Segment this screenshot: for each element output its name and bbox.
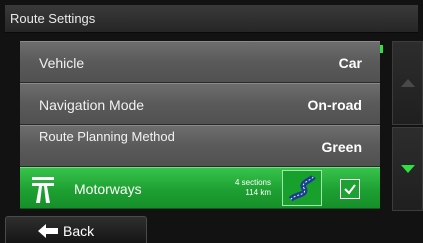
setting-row-motorways[interactable]: Motorways 4 sections 114 km bbox=[20, 167, 380, 209]
setting-row-navigation-mode[interactable]: Navigation Mode On-road bbox=[20, 83, 380, 125]
route-settings-screen: Route Settings Vehicle Car Navigation Mo… bbox=[0, 0, 423, 243]
motorways-stats: 4 sections 114 km bbox=[223, 178, 271, 198]
motorways-distance: 114 km bbox=[245, 188, 271, 197]
motorway-icon bbox=[32, 177, 54, 203]
motorways-label: Motorways bbox=[74, 181, 142, 197]
setting-label-vehicle: Vehicle bbox=[39, 55, 85, 71]
arrow-up-icon bbox=[401, 79, 415, 87]
scroll-position-indicator bbox=[380, 45, 383, 53]
scroll-up-button[interactable] bbox=[392, 41, 423, 125]
setting-label-navigation-mode: Navigation Mode bbox=[39, 97, 145, 113]
arrow-down-icon bbox=[401, 165, 415, 173]
motorways-sections: 4 sections bbox=[234, 178, 271, 187]
page-title: Route Settings bbox=[10, 11, 96, 26]
scroll-down-button[interactable] bbox=[392, 127, 423, 211]
motorways-checkbox[interactable] bbox=[340, 179, 360, 199]
checkmark-icon bbox=[344, 184, 356, 195]
setting-row-route-planning-method[interactable]: Route Planning Method Green bbox=[20, 125, 380, 167]
setting-label-route-planning-method: Route Planning Method bbox=[39, 129, 175, 144]
setting-value-route-planning-method: Green bbox=[321, 139, 362, 155]
back-arrow-icon bbox=[38, 224, 58, 238]
back-button-label: Back bbox=[63, 223, 95, 239]
back-button[interactable]: Back bbox=[5, 216, 147, 243]
winding-road-icon[interactable] bbox=[282, 170, 322, 206]
setting-value-vehicle: Car bbox=[338, 55, 362, 71]
title-bar: Route Settings bbox=[5, 5, 418, 33]
setting-value-navigation-mode: On-road bbox=[307, 97, 362, 113]
setting-row-vehicle[interactable]: Vehicle Car bbox=[20, 41, 380, 83]
